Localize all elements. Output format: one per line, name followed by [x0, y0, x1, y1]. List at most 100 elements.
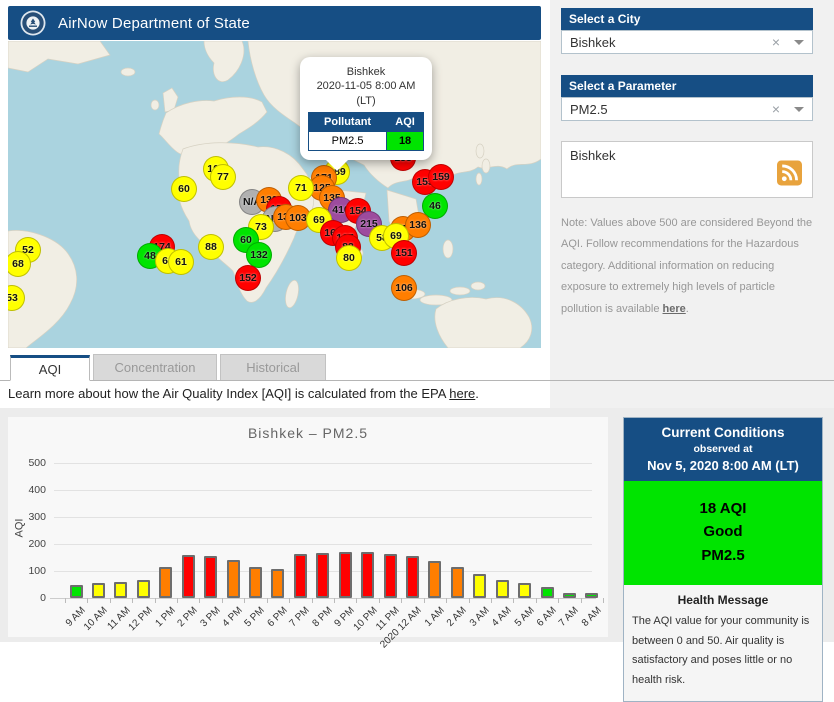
city-select[interactable]: Bishkek ×	[561, 30, 813, 54]
chart-x-tick	[468, 598, 470, 603]
parameter-clear-icon[interactable]: ×	[772, 101, 780, 117]
aqi-marker[interactable]: 159	[428, 164, 454, 190]
rss-icon[interactable]	[777, 160, 802, 191]
conditions-header: Current Conditions observed at Nov 5, 20…	[624, 418, 822, 481]
chart-bar[interactable]	[136, 579, 150, 598]
parameter-chevron-down-icon[interactable]	[794, 106, 804, 117]
chart-x-tick-label: 6 PM	[265, 605, 290, 630]
chart-bar[interactable]	[69, 585, 83, 598]
parameter-select[interactable]: PM2.5 ×	[561, 97, 813, 121]
aqi-marker[interactable]: 61	[168, 249, 194, 275]
chart-bar[interactable]	[271, 569, 285, 598]
chart-x-tick	[558, 598, 560, 603]
popup-col-pollutant: Pollutant	[307, 111, 388, 132]
chart-bar[interactable]	[562, 592, 576, 598]
conditions-category: Good	[703, 523, 743, 541]
tab-historical[interactable]: Historical	[220, 354, 326, 380]
chart-y-tick-label: 0	[40, 592, 46, 604]
chart-x-tick	[490, 598, 492, 603]
chart-gridline	[54, 463, 592, 464]
learn-more-text: Learn more about how the Air Quality Ind…	[8, 386, 479, 401]
aqi-marker[interactable]: 152	[235, 265, 261, 291]
chart-x-tick-label: 5 AM	[512, 605, 537, 629]
chart-bar[interactable]	[361, 552, 375, 598]
chart-x-tick-label: 6 AM	[534, 605, 559, 629]
note-here-link[interactable]: here	[663, 303, 686, 315]
chart-bar[interactable]	[204, 556, 218, 598]
chart-x-tick	[109, 598, 111, 603]
aqi-marker[interactable]: 88	[198, 234, 224, 260]
aqi-marker[interactable]: 80	[336, 245, 362, 271]
chart-x-tick	[446, 598, 448, 603]
conditions-observed-at: observed at	[693, 443, 753, 455]
aqi-marker[interactable]: 132	[246, 242, 272, 268]
chart-bar[interactable]	[585, 593, 599, 598]
chart-gridline	[54, 517, 592, 518]
chart-bar[interactable]	[338, 551, 352, 598]
epa-here-link[interactable]: here	[449, 386, 475, 401]
chart-x-tick-label: 8 PM	[310, 605, 335, 630]
popup-datetime: 2020-11-05 8:00 AM	[316, 80, 416, 93]
select-parameter-label: Select a Parameter	[569, 79, 677, 93]
note-text: Note: Values above 500 are considered Be…	[561, 217, 813, 315]
select-city-header: Select a City	[561, 8, 813, 30]
chart-bar[interactable]	[248, 567, 262, 598]
world-aqi-map[interactable]: 1007760N/A139156N/A137103735268531744868…	[8, 41, 541, 348]
aqi-marker[interactable]: 106	[391, 275, 417, 301]
aqi-note: Note: Values above 500 are considered Be…	[561, 217, 813, 315]
chart-x-tick	[87, 598, 89, 603]
chart-bar[interactable]	[518, 582, 532, 598]
city-clear-icon[interactable]: ×	[772, 34, 780, 50]
aqi-marker[interactable]: 77	[210, 164, 236, 190]
chart-y-tick-label: 400	[28, 484, 46, 496]
feed-city-text: Bishkek	[570, 148, 616, 163]
popup-pollutant-value: PM2.5	[307, 130, 388, 151]
chart-x-tick	[289, 598, 291, 603]
chart-x-tick	[199, 598, 201, 603]
tab-aqi[interactable]: AQI	[10, 355, 90, 381]
chart-bar[interactable]	[293, 553, 307, 598]
city-feed-box[interactable]: Bishkek	[561, 141, 813, 198]
chart-bar[interactable]	[114, 581, 128, 598]
chart-x-tick	[401, 598, 403, 603]
chart-bar[interactable]	[316, 552, 330, 598]
health-message-title: Health Message	[677, 592, 769, 607]
chart-x-tick-label: 2 PM	[175, 605, 200, 630]
chart-bar[interactable]	[226, 560, 240, 598]
tab-concentration[interactable]: Concentration	[93, 354, 217, 380]
dos-seal-icon	[20, 10, 46, 36]
chart-x-tick-label: 7 AM	[557, 605, 582, 629]
conditions-aqi-block: 18 AQI Good PM2.5	[624, 481, 822, 585]
city-chevron-down-icon[interactable]	[794, 39, 804, 50]
chart-bar[interactable]	[540, 587, 554, 598]
app-header: AirNow Department of State	[8, 6, 541, 40]
chart-x-tick	[311, 598, 313, 603]
aqi-marker[interactable]: 151	[391, 240, 417, 266]
chart-x-tick-label: 1 PM	[153, 605, 178, 630]
aqi-marker[interactable]: 60	[171, 176, 197, 202]
chart-x-tick	[535, 598, 537, 603]
chart-bar[interactable]	[405, 556, 419, 598]
chart-bar[interactable]	[181, 555, 195, 598]
chart-x-tick-label: 3 PM	[198, 605, 223, 630]
chart-bar[interactable]	[495, 579, 509, 598]
chart-x-tick	[513, 598, 515, 603]
aqi-marker[interactable]: 71	[288, 175, 314, 201]
chart-bar[interactable]	[473, 573, 487, 598]
chart-x-tick	[176, 598, 178, 603]
chart-bar[interactable]	[383, 553, 397, 598]
chart-gridline	[54, 490, 592, 491]
chart-bar[interactable]	[91, 583, 105, 598]
popup-city: Bishkek	[346, 66, 386, 78]
chart-x-tick	[154, 598, 156, 603]
popup-timezone: (LT)	[356, 94, 376, 107]
chart-bar[interactable]	[450, 567, 464, 598]
chart-y-tick-label: 500	[28, 457, 46, 469]
conditions-health-block: Health Message The AQI value for your co…	[624, 584, 822, 701]
chart-gridline	[54, 544, 592, 545]
right-column-background	[550, 0, 834, 408]
chart-x-tick	[378, 598, 380, 603]
chart-x-tick	[603, 598, 605, 603]
chart-bar[interactable]	[428, 561, 442, 598]
chart-bar[interactable]	[159, 567, 173, 598]
